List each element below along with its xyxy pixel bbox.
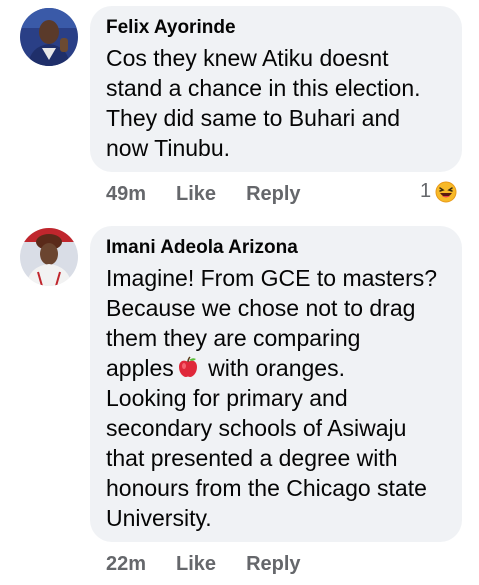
reply-button[interactable]: Reply xyxy=(246,183,300,206)
comment-timestamp[interactable]: 49m xyxy=(106,183,146,206)
like-button[interactable]: Like xyxy=(176,553,216,576)
red-apple-icon xyxy=(178,356,197,377)
comment-text: Imagine! From GCE to masters? Because we… xyxy=(106,263,446,533)
comment-bubble: Imani Adeola Arizona Imagine! From GCE t… xyxy=(90,226,462,542)
comment-author[interactable]: Felix Ayorinde xyxy=(106,16,446,40)
comment-bubble: Felix Ayorinde Cos they knew Atiku doesn… xyxy=(90,6,462,172)
comment-author[interactable]: Imani Adeola Arizona xyxy=(106,236,446,260)
comment-actions: 22m Like Reply xyxy=(106,553,331,576)
laughing-emoji-icon xyxy=(435,181,457,202)
avatar[interactable] xyxy=(20,228,78,286)
reaction-summary[interactable]: 1 xyxy=(420,180,457,203)
reply-button[interactable]: Reply xyxy=(246,553,300,576)
comment-text: Cos they knew Atiku doesnt stand a chanc… xyxy=(106,45,421,161)
comment-text-part-2: with oranges. Looking for primary and se… xyxy=(106,355,427,531)
avatar[interactable] xyxy=(20,8,78,66)
comment-timestamp[interactable]: 22m xyxy=(106,553,146,576)
reaction-count: 1 xyxy=(420,180,432,202)
like-button[interactable]: Like xyxy=(176,183,216,206)
comment-actions: 49m Like Reply xyxy=(106,183,331,206)
